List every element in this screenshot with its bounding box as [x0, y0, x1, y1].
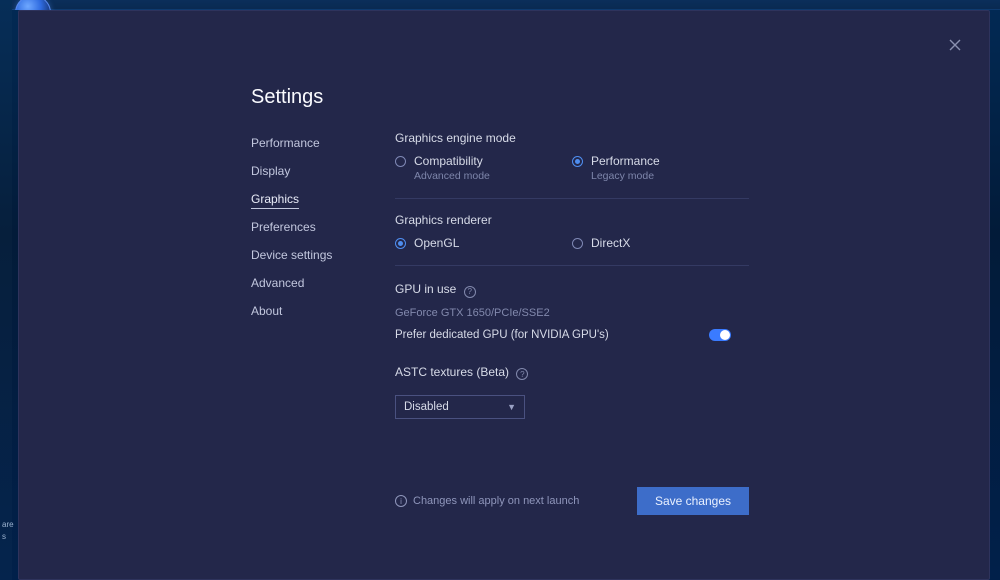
prefer-gpu-toggle[interactable] — [709, 329, 731, 341]
prefer-gpu-label: Prefer dedicated GPU (for NVIDIA GPU's) — [395, 329, 609, 341]
nav-item-label: Preferences — [251, 220, 316, 234]
radio-opengl[interactable]: OpenGL — [395, 235, 572, 253]
info-icon: i — [395, 495, 407, 507]
radio-icon — [572, 238, 583, 249]
radio-compatibility[interactable]: Compatibility Advanced mode — [395, 153, 572, 186]
close-icon — [949, 39, 961, 51]
astc-select[interactable]: Disabled ▼ — [395, 395, 525, 419]
app-titlebar — [12, 0, 1000, 10]
section-divider — [395, 198, 749, 199]
radio-label: OpenGL — [414, 236, 459, 250]
nav-item-graphics[interactable]: Graphics — [251, 187, 381, 211]
nav-item-preferences[interactable]: Preferences — [251, 215, 381, 239]
radio-sublabel: Advanced mode — [414, 170, 490, 182]
nav-item-label: Performance — [251, 136, 320, 150]
desktop-background-strip — [0, 0, 12, 580]
nav-item-label: Graphics — [251, 192, 299, 209]
section-title-renderer: Graphics renderer — [395, 213, 749, 227]
radio-label: Performance — [591, 154, 660, 168]
radio-performance[interactable]: Performance Legacy mode — [572, 153, 749, 186]
save-changes-button[interactable]: Save changes — [637, 487, 749, 515]
radio-label: DirectX — [591, 236, 630, 250]
page-title: Settings — [251, 86, 323, 109]
nav-item-advanced[interactable]: Advanced — [251, 271, 381, 295]
nav-item-device-settings[interactable]: Device settings — [251, 243, 381, 267]
radio-sublabel: Legacy mode — [591, 170, 654, 182]
radio-icon — [395, 238, 406, 249]
info-icon[interactable]: ? — [464, 286, 476, 298]
nav-item-about[interactable]: About — [251, 299, 381, 323]
info-icon[interactable]: ? — [516, 368, 528, 380]
section-title-text: ASTC textures (Beta) — [395, 365, 509, 379]
desktop-icon-label: are — [2, 520, 14, 529]
section-title-engine-mode: Graphics engine mode — [395, 131, 749, 145]
radio-label: Compatibility — [414, 154, 483, 168]
nav-item-performance[interactable]: Performance — [251, 131, 381, 155]
nav-item-label: Advanced — [251, 276, 304, 290]
nav-item-label: Device settings — [251, 248, 332, 262]
settings-nav: Performance Display Graphics Preferences… — [251, 131, 381, 327]
select-value: Disabled — [404, 401, 449, 413]
launch-note-text: Changes will apply on next launch — [413, 495, 579, 507]
settings-modal: Settings Performance Display Graphics Pr… — [18, 10, 990, 580]
caret-down-icon: ▼ — [507, 402, 516, 412]
section-title-text: GPU in use — [395, 282, 456, 296]
radio-directx[interactable]: DirectX — [572, 235, 749, 253]
settings-content: Graphics engine mode Compatibility Advan… — [395, 129, 749, 419]
radio-icon — [572, 156, 583, 167]
desktop-icon-label: s — [2, 532, 6, 541]
gpu-value: GeForce GTX 1650/PCIe/SSE2 — [395, 307, 749, 319]
section-title-astc: ASTC textures (Beta) ? — [395, 365, 528, 380]
nav-item-display[interactable]: Display — [251, 159, 381, 183]
nav-item-label: About — [251, 304, 282, 318]
settings-footer: i Changes will apply on next launch Save… — [395, 487, 749, 515]
nav-item-label: Display — [251, 164, 290, 178]
radio-icon — [395, 156, 406, 167]
section-divider — [395, 265, 749, 266]
close-button[interactable] — [941, 31, 969, 59]
section-title-gpu: GPU in use ? — [395, 282, 476, 297]
launch-note: i Changes will apply on next launch — [395, 495, 579, 507]
